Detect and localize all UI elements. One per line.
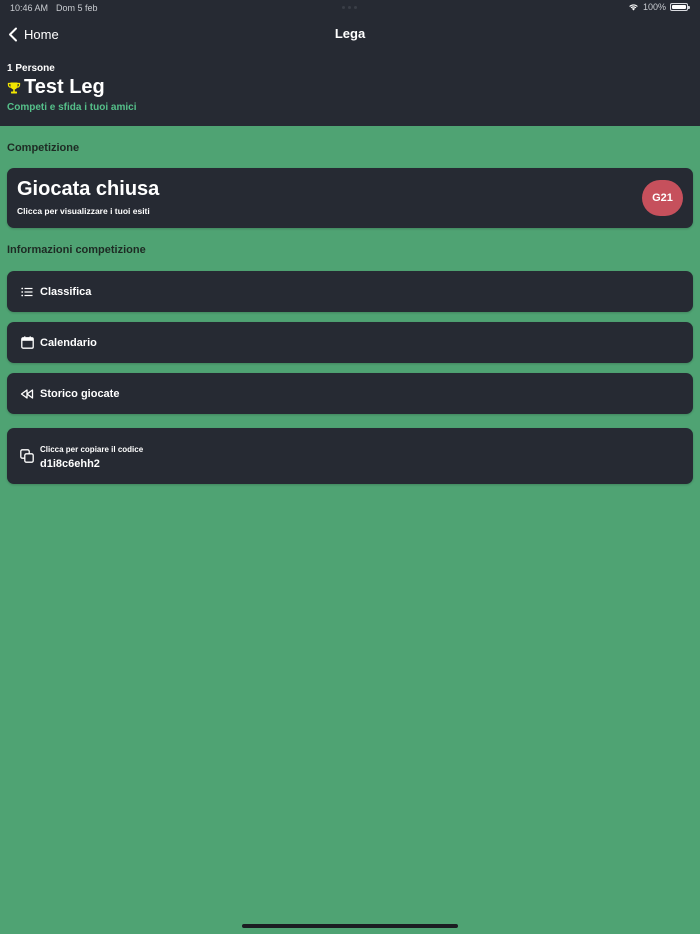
menu-item-storico-giocate[interactable]: Storico giocate: [7, 373, 693, 414]
menu-item-classifica[interactable]: Classifica: [7, 271, 693, 312]
menu-item-label: Calendario: [40, 336, 97, 349]
status-indicators: 100%: [628, 2, 690, 12]
competition-status-subtitle: Clicca per visualizzare i tuoi esiti: [17, 206, 150, 216]
copy-code-card[interactable]: Clicca per copiare il codice d1i8c6ehh2: [7, 428, 693, 484]
calendar-icon: [20, 336, 34, 350]
competition-card[interactable]: Giocata chiusa Clicca per visualizzare i…: [7, 168, 693, 228]
trophy-icon: [7, 82, 21, 93]
round-badge: G21: [642, 180, 683, 216]
rewind-icon: [20, 387, 34, 401]
battery-percentage: 100%: [642, 2, 666, 12]
status-time: 10:46 AM: [10, 3, 49, 13]
status-date: Dom 5 feb: [56, 3, 98, 13]
multitasking-dots: [342, 6, 357, 9]
members-count: 1 Persone: [7, 63, 55, 74]
home-indicator[interactable]: [242, 924, 458, 928]
copy-code-hint: Clicca per copiare il codice: [40, 445, 144, 454]
league-tagline: Competi e sfida i tuoi amici: [7, 102, 137, 113]
menu-item-calendario[interactable]: Calendario: [7, 322, 693, 363]
section-title-info: Informazioni competizione: [7, 244, 146, 256]
league-header: 10:46 AM Dom 5 feb 100% Home Lega 1 Pers…: [0, 0, 700, 126]
wifi-icon: [629, 4, 638, 11]
menu-item-label: Classifica: [40, 285, 92, 298]
copy-icon: [20, 449, 34, 463]
competition-status-title: Giocata chiusa: [17, 178, 160, 200]
league-name: Test Leg: [24, 76, 105, 98]
battery-icon: [670, 3, 690, 11]
section-title-competition: Competizione: [7, 142, 80, 154]
status-bar: 10:46 AM Dom 5 feb 100%: [0, 0, 700, 16]
list-icon: [20, 285, 34, 299]
menu-item-label: Storico giocate: [40, 387, 120, 400]
league-code: d1i8c6ehh2: [40, 458, 100, 470]
nav-title: Lega: [334, 26, 366, 41]
league-title: Test Leg: [7, 76, 105, 99]
